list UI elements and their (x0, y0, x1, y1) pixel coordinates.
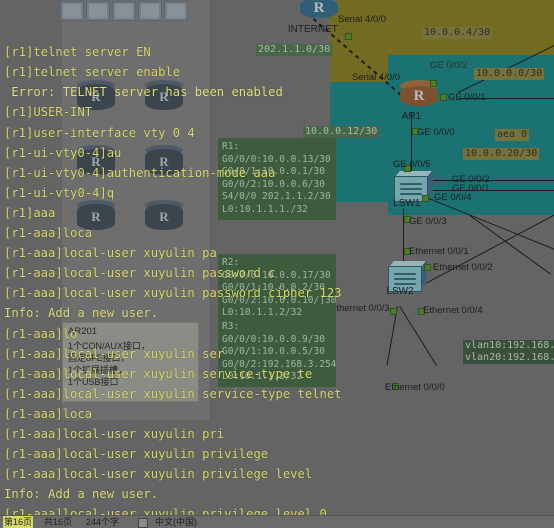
cli-line: [r1-aaa]loca (4, 406, 93, 421)
cli-line: [r1-aaa]local-user xuyulin pri (4, 426, 225, 441)
cli-line: [r1]USER-INT (4, 105, 93, 120)
cli-line: [r1-aaa]loca (4, 226, 93, 241)
status-word-count: 244个字 (86, 517, 120, 527)
cli-line: [r1-aaa]local-user xuyulin privilege lev… (4, 467, 313, 482)
cli-terminal[interactable]: [r1]telnet server EN [r1]telnet server en… (0, 0, 554, 528)
app-window: R INTERNET R AR1 LSW1 LSW2 Serial 4/0/0 … (0, 0, 554, 528)
status-bar: 第16页 共16页 244个字 中文(中国) (0, 515, 554, 528)
proofing-icon[interactable] (138, 518, 148, 528)
status-page-current: 第16页 (3, 516, 34, 528)
cli-line: [r1-aaa]local-user xuyulin ser (4, 346, 225, 361)
cli-line: [r1]telnet server EN (4, 45, 151, 60)
cli-line: [r1]telnet server enable (4, 65, 181, 80)
cli-line: [r1-aaa]lo (4, 326, 78, 341)
cli-line: [r1-aaa]local-user xuyulin service-type … (4, 386, 342, 401)
cli-line: Info: Add a new user. (4, 487, 159, 502)
status-language: 中文(中国) (155, 517, 197, 527)
cli-line: [r1-ui-vty0-4]q (4, 185, 115, 200)
cli-line: [r1-aaa]local-user xuyulin service-type … (4, 366, 313, 381)
cli-line: [r1-aaa]local-user xuyulin privilege (4, 447, 269, 462)
cli-line: [r1-aaa]local-user xuyulin pa (4, 246, 217, 261)
cli-line: [r1]aaa (4, 205, 56, 220)
cli-output: [r1]telnet server EN [r1]telnet server en… (4, 42, 554, 528)
cli-line: Info: Add a new user. (4, 306, 159, 321)
status-page-total: 共16页 (44, 517, 73, 527)
cli-line: [r1]user-interface vty 0 4 (4, 125, 195, 140)
cli-line: Error: TELNET server has been enabled (4, 85, 283, 100)
cli-line: [r1-aaa]local-user xuyulin password ciph… (4, 286, 342, 301)
cli-line: [r1-aaa]local-user xuyulin password c (4, 266, 276, 281)
cli-line: [r1-ui-vty0-4]authentication-mode aaa (4, 165, 276, 180)
cli-line: [r1-ui-vty0-4]au (4, 145, 122, 160)
